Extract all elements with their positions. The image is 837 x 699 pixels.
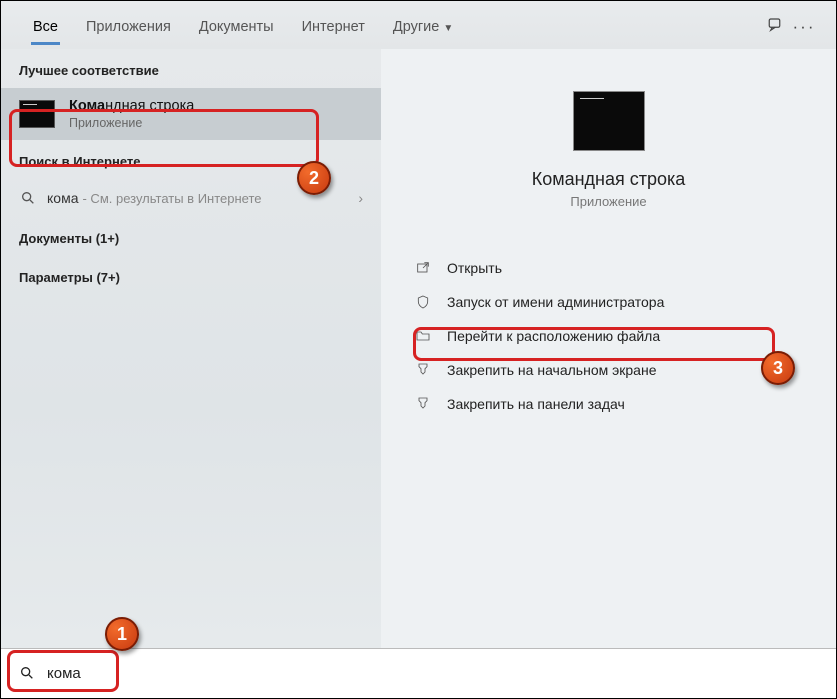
results-panel: Лучшее соответствие Командная строка При…: [1, 49, 381, 649]
best-match-title: Командная строка: [69, 98, 194, 114]
search-input[interactable]: [47, 665, 818, 682]
preview-panel: Командная строка Приложение Открыть Запу…: [381, 49, 836, 649]
preview-subtitle: Приложение: [421, 194, 796, 209]
pin-start-icon: [413, 362, 433, 378]
web-results-header: Поиск в Интернете: [1, 140, 381, 179]
best-match-subtitle: Приложение: [69, 116, 194, 130]
pin-taskbar-icon: [413, 396, 433, 412]
preview-actions: Открыть Запуск от имени администратора П…: [381, 251, 836, 421]
parameters-header[interactable]: Параметры (7+): [1, 256, 381, 295]
more-options-icon[interactable]: ···: [790, 17, 818, 37]
web-search-query: кома: [47, 190, 78, 206]
tab-docs[interactable]: Документы: [185, 9, 288, 45]
tab-all[interactable]: Все: [19, 9, 72, 45]
open-icon: [413, 260, 433, 276]
action-open-label: Открыть: [447, 260, 502, 276]
action-open[interactable]: Открыть: [399, 251, 818, 285]
tab-more[interactable]: Другие▼: [379, 9, 467, 45]
action-pin-start[interactable]: Закрепить на начальном экране: [399, 353, 818, 387]
search-bar[interactable]: [1, 648, 836, 698]
action-admin-label: Запуск от имени администратора: [447, 294, 664, 310]
best-match-header: Лучшее соответствие: [1, 49, 381, 88]
chevron-right-icon: ›: [358, 190, 363, 206]
action-location-label: Перейти к расположению файла: [447, 328, 660, 344]
best-match-item[interactable]: Командная строка Приложение: [1, 88, 381, 140]
preview-app-icon: [573, 91, 645, 151]
search-icon: [19, 665, 37, 683]
preview-title: Командная строка: [421, 169, 796, 190]
search-tabs: Все Приложения Документы Интернет Другие…: [1, 1, 836, 49]
action-open-location[interactable]: Перейти к расположению файла: [399, 319, 818, 353]
action-pin-taskbar-label: Закрепить на панели задач: [447, 396, 625, 412]
web-search-item[interactable]: кома - См. результаты в Интернете ›: [1, 179, 381, 217]
action-pin-taskbar[interactable]: Закрепить на панели задач: [399, 387, 818, 421]
action-run-as-admin[interactable]: Запуск от имени администратора: [399, 285, 818, 319]
folder-icon: [413, 328, 433, 344]
feedback-icon[interactable]: [762, 16, 790, 39]
documents-header[interactable]: Документы (1+): [1, 217, 381, 256]
search-icon: [19, 189, 37, 207]
cmd-thumb-icon: [19, 100, 55, 128]
web-search-hint: - См. результаты в Интернете: [82, 191, 261, 206]
shield-icon: [413, 294, 433, 310]
tab-web[interactable]: Интернет: [288, 9, 379, 45]
tab-apps[interactable]: Приложения: [72, 9, 185, 45]
action-pin-start-label: Закрепить на начальном экране: [447, 362, 657, 378]
chevron-down-icon: ▼: [443, 23, 453, 34]
